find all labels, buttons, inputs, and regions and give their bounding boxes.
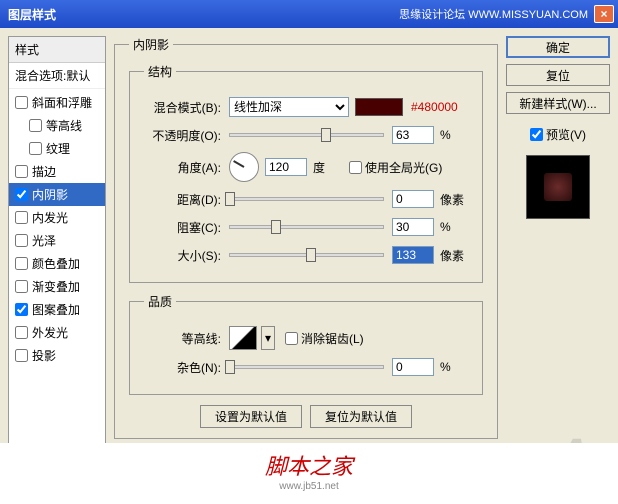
style-checkbox[interactable] bbox=[15, 349, 28, 362]
style-checkbox[interactable] bbox=[15, 96, 28, 109]
quality-legend: 品质 bbox=[144, 293, 176, 310]
style-checkbox[interactable] bbox=[15, 211, 28, 224]
noise-slider[interactable] bbox=[229, 365, 384, 369]
close-button[interactable]: × bbox=[594, 5, 614, 23]
blend-options[interactable]: 混合选项:默认 bbox=[9, 63, 105, 89]
color-hex: #480000 bbox=[411, 100, 458, 114]
style-item[interactable]: 斜面和浮雕 bbox=[9, 91, 105, 114]
global-light-check[interactable]: 使用全局光(G) bbox=[349, 159, 442, 176]
titlebar-credit: 思缘设计论坛 WWW.MISSYUAN.COM bbox=[399, 6, 588, 22]
opacity-label: 不透明度(O): bbox=[144, 127, 229, 144]
angle-dial[interactable] bbox=[229, 152, 259, 182]
style-label: 图案叠加 bbox=[32, 301, 80, 318]
titlebar: 图层样式 思缘设计论坛 WWW.MISSYUAN.COM × bbox=[0, 0, 618, 28]
styles-list: 样式 混合选项:默认 斜面和浮雕等高线纹理描边内阴影内发光光泽颜色叠加渐变叠加图… bbox=[8, 36, 106, 444]
style-item[interactable]: 描边 bbox=[9, 160, 105, 183]
opacity-slider[interactable] bbox=[229, 133, 384, 137]
choke-slider[interactable] bbox=[229, 225, 384, 229]
distance-slider[interactable] bbox=[229, 197, 384, 201]
structure-legend: 结构 bbox=[144, 63, 176, 80]
window-title: 图层样式 bbox=[8, 6, 399, 23]
style-item[interactable]: 外发光 bbox=[9, 321, 105, 344]
style-item[interactable]: 颜色叠加 bbox=[9, 252, 105, 275]
preview-check[interactable]: 预览(V) bbox=[506, 126, 610, 143]
style-checkbox[interactable] bbox=[29, 142, 42, 155]
contour-label: 等高线: bbox=[144, 330, 229, 347]
style-label: 外发光 bbox=[32, 324, 68, 341]
style-label: 斜面和浮雕 bbox=[32, 94, 92, 111]
style-label: 描边 bbox=[32, 163, 56, 180]
inner-shadow-fieldset: 内阴影 结构 混合模式(B): 线性加深 #480000 不透明度(O): % bbox=[114, 36, 498, 439]
style-label: 光泽 bbox=[32, 232, 56, 249]
reset-default-button[interactable]: 复位为默认值 bbox=[310, 405, 412, 428]
panel-title: 内阴影 bbox=[129, 36, 173, 53]
style-label: 渐变叠加 bbox=[32, 278, 80, 295]
style-checkbox[interactable] bbox=[15, 303, 28, 316]
footer-brand: 脚本之家 www.jb51.net bbox=[0, 443, 618, 504]
style-item[interactable]: 渐变叠加 bbox=[9, 275, 105, 298]
style-label: 等高线 bbox=[46, 117, 82, 134]
style-item[interactable]: 光泽 bbox=[9, 229, 105, 252]
distance-input[interactable] bbox=[392, 190, 434, 208]
style-item[interactable]: 内阴影 bbox=[9, 183, 105, 206]
antialias-check[interactable]: 消除锯齿(L) bbox=[285, 330, 364, 347]
quality-group: 品质 等高线: ▾ 消除锯齿(L) 杂色(N): % bbox=[129, 293, 483, 395]
opacity-input[interactable] bbox=[392, 126, 434, 144]
noise-input[interactable] bbox=[392, 358, 434, 376]
style-item[interactable]: 纹理 bbox=[9, 137, 105, 160]
distance-label: 距离(D): bbox=[144, 191, 229, 208]
blend-mode-select[interactable]: 线性加深 bbox=[229, 97, 349, 117]
size-input[interactable] bbox=[392, 246, 434, 264]
layer-style-dialog: 图层样式 思缘设计论坛 WWW.MISSYUAN.COM × 样式 混合选项:默… bbox=[0, 0, 618, 504]
style-checkbox[interactable] bbox=[15, 280, 28, 293]
style-checkbox[interactable] bbox=[15, 326, 28, 339]
style-label: 内阴影 bbox=[32, 186, 68, 203]
ok-button[interactable]: 确定 bbox=[506, 36, 610, 58]
shadow-color-swatch[interactable] bbox=[355, 98, 403, 116]
style-checkbox[interactable] bbox=[15, 257, 28, 270]
style-item[interactable]: 图案叠加 bbox=[9, 298, 105, 321]
style-checkbox[interactable] bbox=[15, 234, 28, 247]
right-panel: 确定 复位 新建样式(W)... 预览(V) bbox=[506, 36, 610, 444]
style-checkbox[interactable] bbox=[29, 119, 42, 132]
new-style-button[interactable]: 新建样式(W)... bbox=[506, 92, 610, 114]
styles-header: 样式 bbox=[9, 37, 105, 63]
angle-input[interactable] bbox=[265, 158, 307, 176]
noise-label: 杂色(N): bbox=[144, 359, 229, 376]
angle-label: 角度(A): bbox=[144, 159, 229, 176]
size-label: 大小(S): bbox=[144, 247, 229, 264]
style-item[interactable]: 投影 bbox=[9, 344, 105, 367]
style-item[interactable]: 等高线 bbox=[9, 114, 105, 137]
choke-input[interactable] bbox=[392, 218, 434, 236]
choke-label: 阻塞(C): bbox=[144, 219, 229, 236]
settings-panel: 内阴影 结构 混合模式(B): 线性加深 #480000 不透明度(O): % bbox=[114, 36, 498, 444]
size-slider[interactable] bbox=[229, 253, 384, 257]
contour-picker[interactable] bbox=[229, 326, 257, 350]
structure-group: 结构 混合模式(B): 线性加深 #480000 不透明度(O): % bbox=[129, 63, 483, 283]
style-label: 内发光 bbox=[32, 209, 68, 226]
style-label: 投影 bbox=[32, 347, 56, 364]
style-checkbox[interactable] bbox=[15, 165, 28, 178]
style-checkbox[interactable] bbox=[15, 188, 28, 201]
style-label: 纹理 bbox=[46, 140, 70, 157]
preview-thumbnail bbox=[526, 155, 590, 219]
contour-dropdown[interactable]: ▾ bbox=[261, 326, 275, 350]
style-label: 颜色叠加 bbox=[32, 255, 80, 272]
style-item[interactable]: 内发光 bbox=[9, 206, 105, 229]
blend-mode-label: 混合模式(B): bbox=[144, 99, 229, 116]
cancel-button[interactable]: 复位 bbox=[506, 64, 610, 86]
make-default-button[interactable]: 设置为默认值 bbox=[200, 405, 302, 428]
